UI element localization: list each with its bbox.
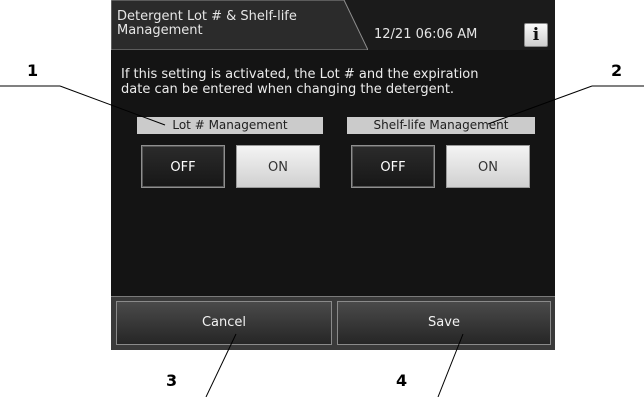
callout-lines [0, 85, 644, 397]
callout-2-leader [487, 85, 593, 125]
callout-4-leader [437, 333, 464, 397]
callout-number-3: 3 [166, 371, 178, 390]
callout-1-leader [59, 85, 166, 126]
callout-number-1: 1 [27, 61, 39, 80]
callout-number-4: 4 [396, 371, 408, 390]
callout-3-leader [205, 333, 237, 397]
callout-number-2: 2 [611, 61, 623, 80]
